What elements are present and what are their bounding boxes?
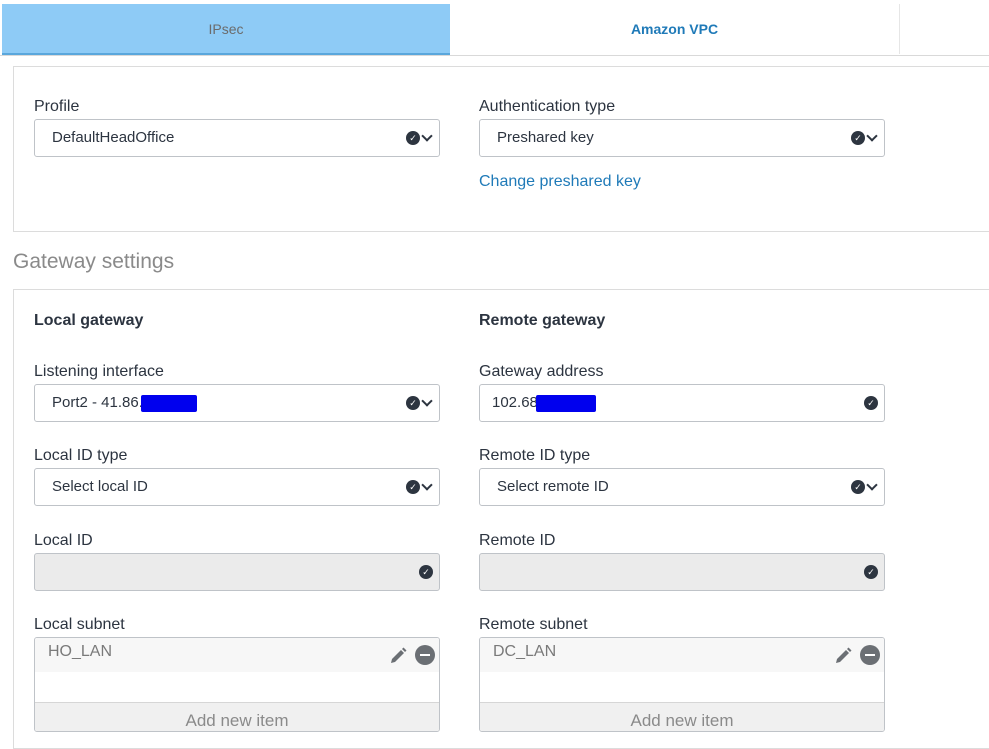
list-item: DC_LAN (480, 638, 884, 672)
local-id-type-select[interactable]: Select local ID ✓ (34, 468, 440, 506)
remote-id-type-select[interactable]: Select remote ID ✓ (479, 468, 885, 506)
pencil-icon[interactable] (834, 647, 852, 665)
profile-select[interactable]: DefaultHeadOffice ✓ (34, 119, 440, 157)
local-gateway-heading: Local gateway (34, 312, 144, 329)
remote-id-type-label: Remote ID type (479, 447, 591, 464)
pencil-icon[interactable] (389, 647, 407, 665)
tab-ipsec[interactable]: IPsec (2, 4, 450, 55)
listening-interface-label: Listening interface (34, 363, 164, 380)
check-circle-icon: ✓ (406, 396, 420, 410)
tab-amazon-vpc[interactable]: Amazon VPC (450, 4, 899, 54)
redaction-mark (535, 394, 596, 412)
check-circle-icon: ✓ (851, 480, 865, 494)
change-preshared-key-link[interactable]: Change preshared key (479, 173, 641, 191)
tab-empty (899, 4, 989, 54)
profile-value: DefaultHeadOffice (52, 129, 175, 146)
remote-id-type-value: Select remote ID (497, 478, 609, 495)
check-circle-icon: ✓ (406, 480, 420, 494)
check-circle-icon: ✓ (406, 131, 420, 145)
auth-type-value: Preshared key (497, 129, 594, 146)
check-circle-icon: ✓ (864, 396, 878, 410)
gateway-address-input[interactable]: 102.68 ✓ (479, 384, 885, 422)
local-subnet-item-label: HO_LAN (48, 643, 113, 660)
general-panel: Profile DefaultHeadOffice ✓ Authenticati… (13, 66, 989, 232)
redaction-mark (140, 394, 197, 412)
add-new-item-button[interactable]: Add new item (480, 702, 884, 731)
check-circle-icon: ✓ (864, 565, 878, 579)
remove-icon[interactable] (415, 645, 435, 665)
check-circle-icon: ✓ (851, 131, 865, 145)
remove-icon[interactable] (860, 645, 880, 665)
chevron-down-icon (866, 130, 878, 142)
remote-subnet-list: DC_LAN Add new item (479, 637, 885, 732)
check-circle-icon: ✓ (419, 565, 433, 579)
gateway-settings-title: Gateway settings (13, 250, 175, 273)
local-subnet-list: HO_LAN Add new item (34, 637, 440, 732)
auth-type-select[interactable]: Preshared key ✓ (479, 119, 885, 157)
listening-interface-select[interactable]: Port2 - 41.86. ✓ (34, 384, 440, 422)
add-new-item-button[interactable]: Add new item (35, 702, 439, 731)
local-id-input[interactable]: ✓ (34, 553, 440, 591)
remote-id-label: Remote ID (479, 532, 556, 549)
gateway-panel: Local gateway Listening interface Port2 … (13, 289, 989, 749)
chevron-down-icon (421, 479, 433, 491)
remote-subnet-item-label: DC_LAN (493, 643, 557, 660)
chevron-down-icon (421, 130, 433, 142)
local-subnet-label: Local subnet (34, 616, 125, 633)
gateway-address-label: Gateway address (479, 363, 604, 380)
chevron-down-icon (421, 395, 433, 407)
auth-type-label: Authentication type (479, 98, 616, 115)
chevron-down-icon (866, 479, 878, 491)
tab-bar: IPsec Amazon VPC (0, 0, 989, 56)
listening-interface-value: Port2 - 41.86. (52, 394, 143, 411)
local-id-label: Local ID (34, 532, 93, 549)
profile-label: Profile (34, 98, 80, 115)
remote-id-input[interactable]: ✓ (479, 553, 885, 591)
local-id-type-value: Select local ID (52, 478, 148, 495)
remote-gateway-heading: Remote gateway (479, 312, 606, 329)
gateway-address-value: 102.68 (492, 394, 538, 411)
remote-subnet-label: Remote subnet (479, 616, 588, 633)
local-id-type-label: Local ID type (34, 447, 128, 464)
list-item: HO_LAN (35, 638, 439, 672)
